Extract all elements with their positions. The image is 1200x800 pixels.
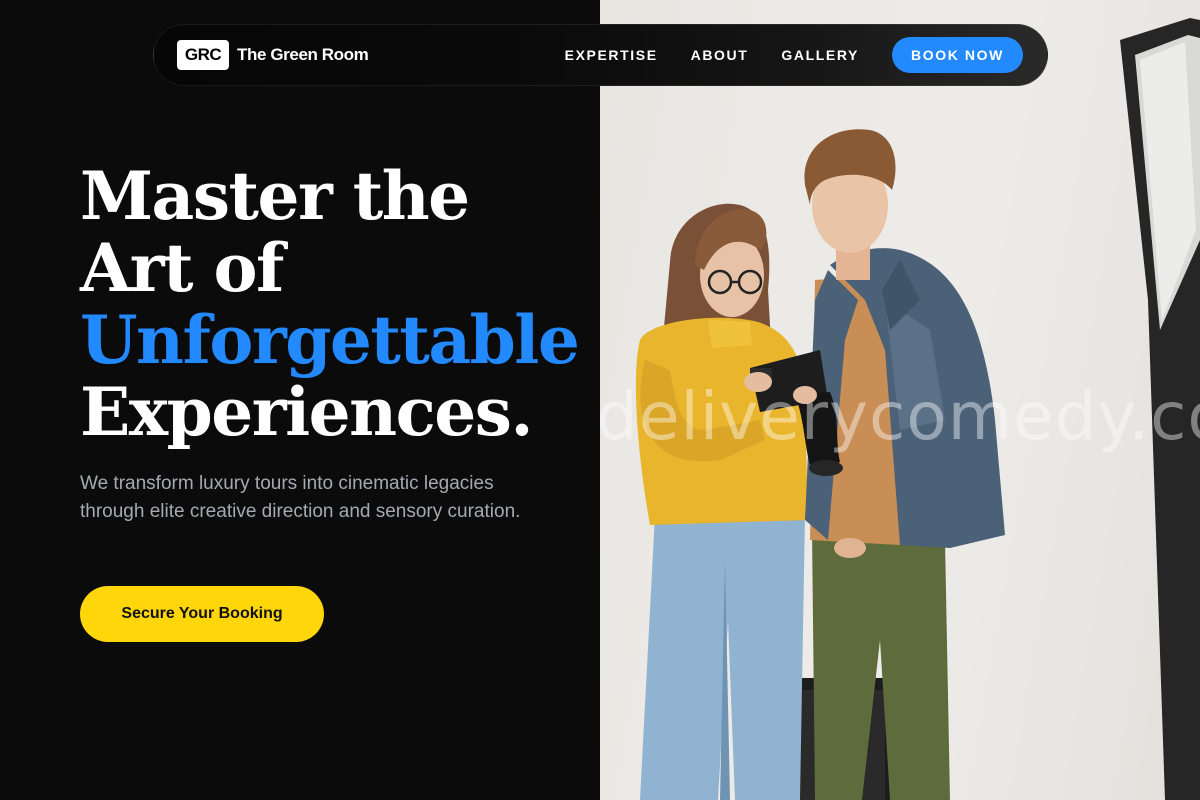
nav-link-expertise[interactable]: EXPERTISE [565, 47, 658, 63]
hero-photo: deliverycomedy.com [600, 0, 1200, 800]
brand-logo[interactable]: GRC The Green Room [177, 40, 369, 70]
headline-line-2: Art of [80, 229, 284, 307]
headline-line-1: Master the [80, 157, 470, 235]
watermark-text: deliverycomedy.com [600, 378, 1200, 455]
hero-subtext: We transform luxury tours into cinematic… [80, 473, 521, 522]
headline-line-4: Experiences. [80, 373, 533, 451]
nav-links: EXPERTISE ABOUT GALLERY BOOK NOW [565, 37, 1023, 73]
nav-link-gallery[interactable]: GALLERY [781, 47, 859, 63]
nav-link-about[interactable]: ABOUT [691, 47, 749, 63]
headline-accent: Unforgettable [80, 301, 580, 379]
secure-booking-button[interactable]: Secure Your Booking [80, 586, 324, 642]
logo-mark: GRC [177, 40, 229, 70]
hero-headline: Master the Art of Unforgettable Experien… [80, 157, 580, 451]
top-navigation-bar: GRC The Green Room EXPERTISE ABOUT GALLE… [153, 24, 1048, 86]
brand-name: The Green Room [237, 45, 369, 64]
book-now-button[interactable]: BOOK NOW [892, 37, 1023, 73]
